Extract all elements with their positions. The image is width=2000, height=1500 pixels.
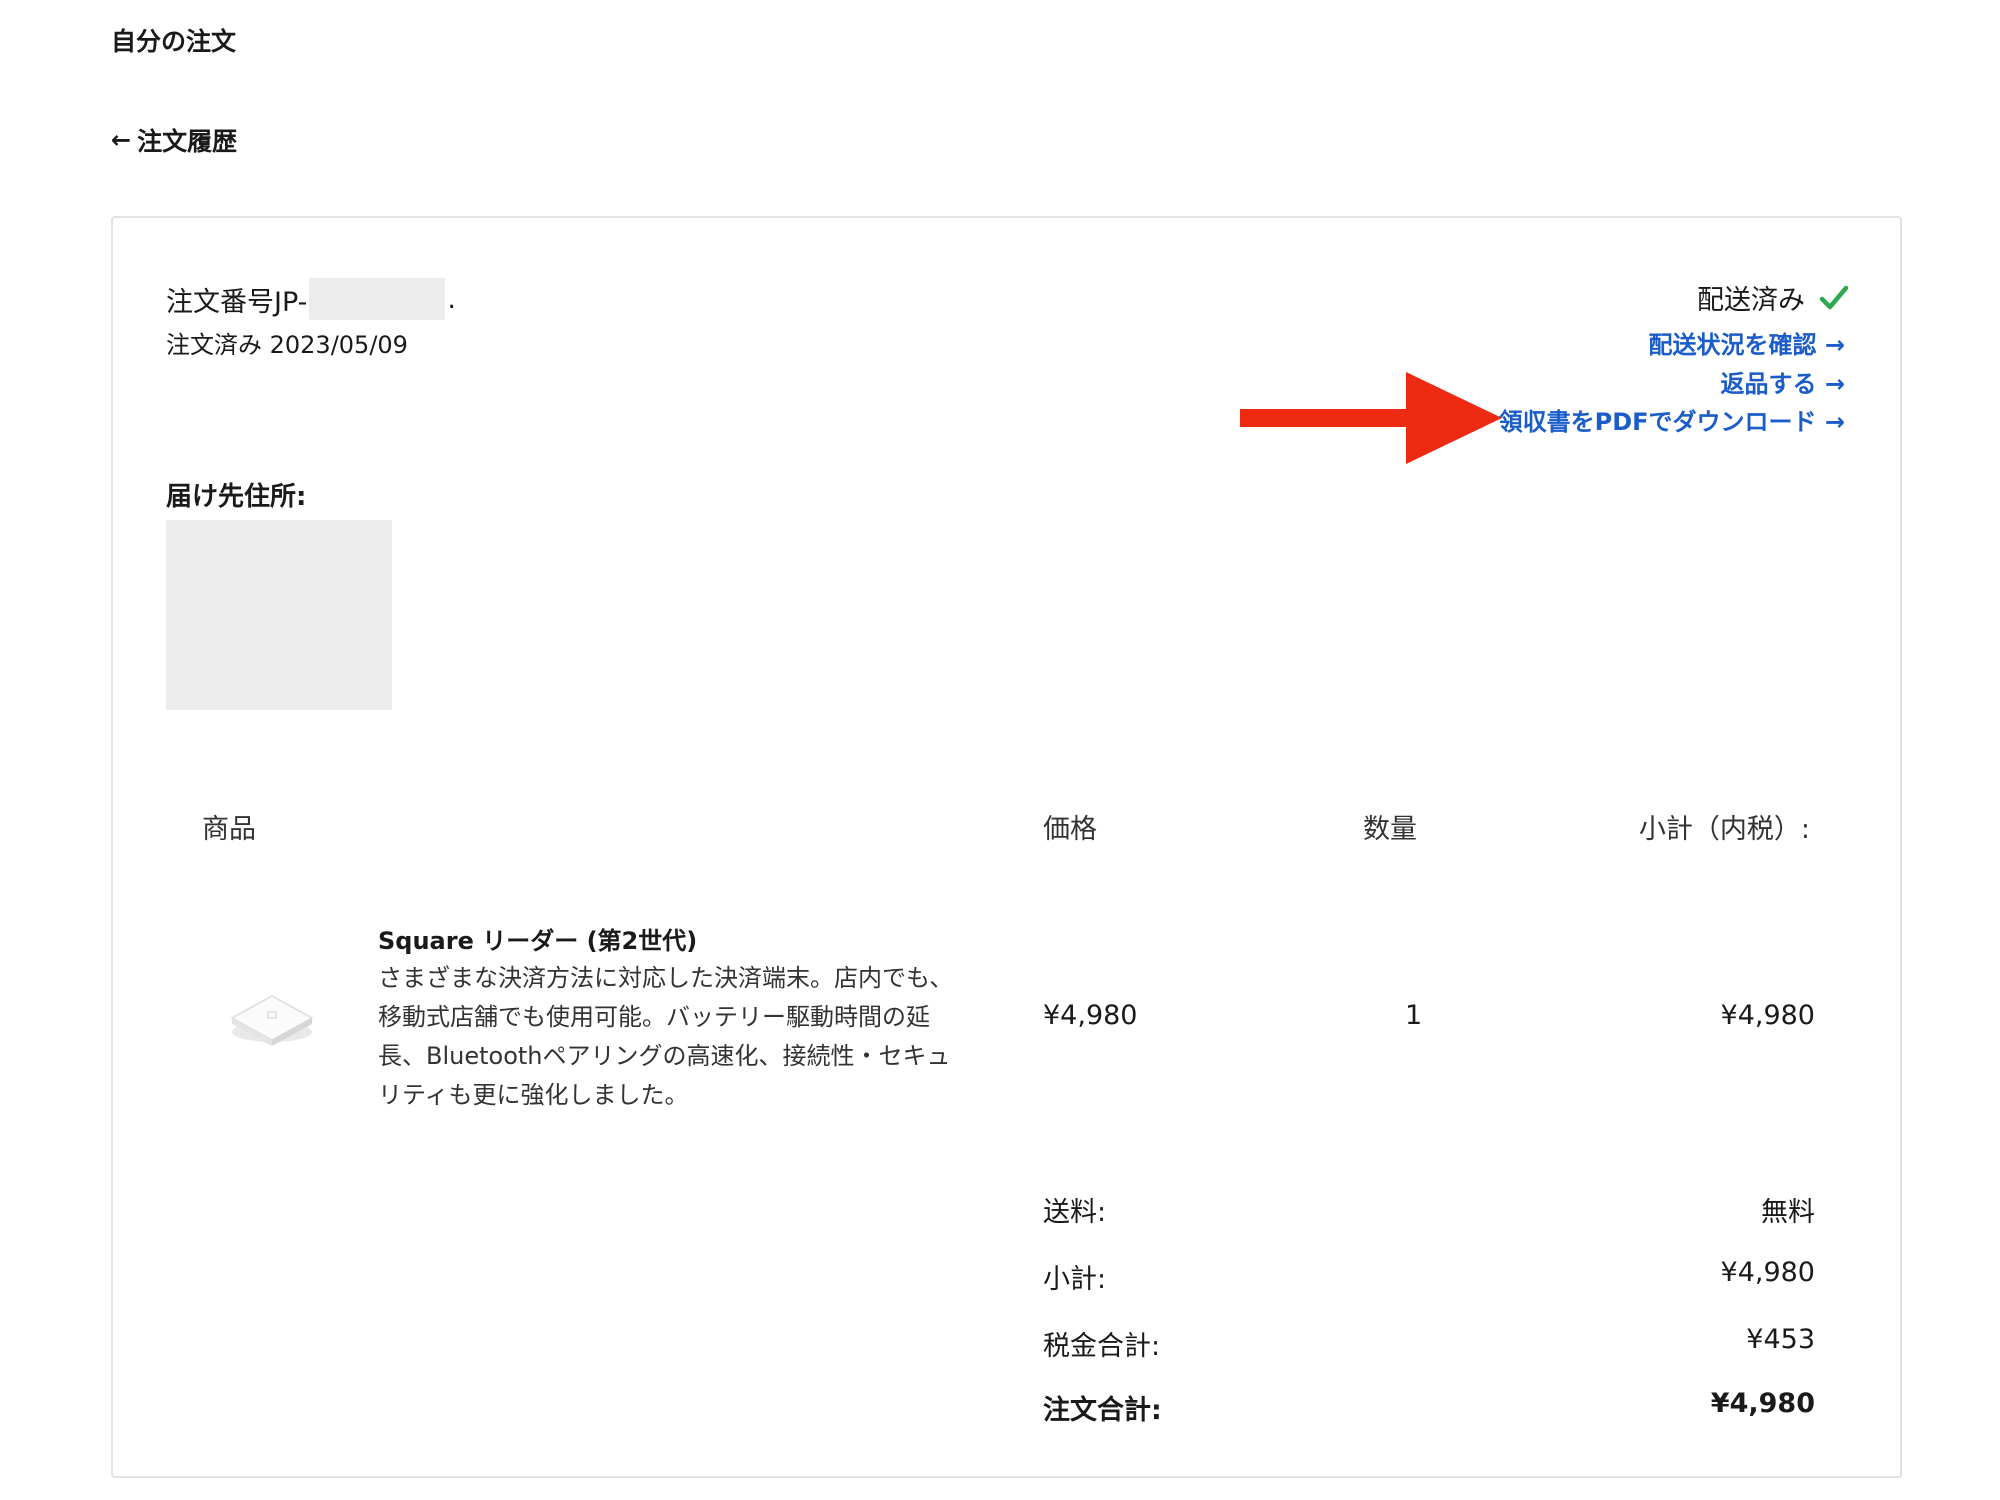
delivery-status: 配送済み: [1697, 278, 1849, 317]
shipping-fee-label: 送料:: [1043, 1197, 1107, 1228]
shipping-fee-value: 無料: [1761, 1197, 1815, 1228]
order-total-label: 注文合計:: [1043, 1395, 1162, 1426]
track-shipment-link[interactable]: 配送状況を確認 →: [1649, 325, 1845, 360]
order-number-suffix: .: [447, 283, 456, 315]
product-name: Square リーダー (第2世代): [378, 927, 698, 955]
red-arrow-annotation: [1240, 372, 1502, 464]
page-title: 自分の注文: [111, 27, 237, 56]
redacted-order-id: [309, 278, 446, 320]
back-to-order-history-link[interactable]: ← 注文履歴: [111, 122, 237, 158]
item-price: ¥4,980: [1043, 1000, 1138, 1031]
column-header-product: 商品: [202, 814, 256, 845]
redacted-shipping-address: [166, 520, 392, 710]
order-total-value: ¥4,980: [1710, 1388, 1815, 1419]
subtotal-label: 小計:: [1043, 1264, 1107, 1295]
column-header-price: 価格: [1043, 814, 1097, 845]
back-link-label: 注文履歴: [137, 127, 238, 156]
tax-total-value: ¥453: [1746, 1324, 1815, 1355]
order-number: 注文番号JP- .: [166, 278, 456, 320]
tax-total-label: 税金合計:: [1043, 1331, 1161, 1362]
item-subtotal: ¥4,980: [1720, 1000, 1815, 1031]
item-quantity: 1: [1405, 1000, 1423, 1031]
arrow-left-icon: ←: [111, 126, 132, 154]
column-header-quantity: 数量: [1363, 814, 1417, 845]
column-header-subtotal: 小計（内税）:: [1638, 814, 1810, 845]
status-label: 配送済み: [1697, 285, 1805, 316]
square-reader-product-image: [230, 995, 314, 1046]
product-description: さまざまな決済方法に対応した決済端末。店内でも、移動式店舗でも使用可能。バッテリ…: [378, 964, 954, 1109]
check-icon: [1819, 285, 1849, 309]
subtotal-value: ¥4,980: [1720, 1257, 1815, 1288]
shipping-address-label: 届け先住所:: [166, 482, 307, 512]
order-number-prefix: 注文番号JP-: [166, 286, 308, 318]
return-item-link[interactable]: 返品する →: [1721, 364, 1845, 399]
order-date: 注文済み 2023/05/09: [166, 331, 408, 359]
download-receipt-pdf-link[interactable]: 領収書をPDFでダウンロード →: [1499, 402, 1845, 437]
